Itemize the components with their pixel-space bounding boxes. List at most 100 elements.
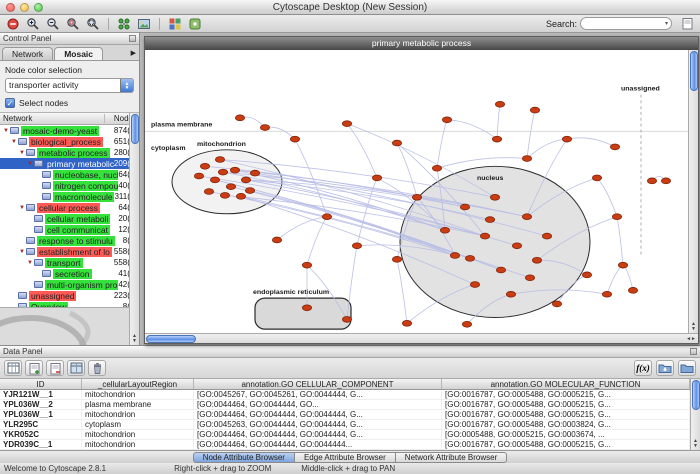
network-edge[interactable] (623, 265, 633, 290)
select-all-attributes-icon[interactable] (67, 360, 85, 376)
network-node[interactable] (230, 167, 239, 173)
zoom-out-icon[interactable] (44, 16, 62, 32)
network-edge[interactable] (527, 110, 535, 158)
network-edge[interactable] (607, 265, 623, 294)
network-node[interactable] (562, 136, 571, 142)
network-node[interactable] (647, 178, 656, 184)
network-window[interactable]: primary metabolic process plasma membran… (144, 36, 699, 344)
network-node[interactable] (302, 262, 311, 268)
plugin-manager-icon[interactable] (186, 16, 204, 32)
network-node[interactable] (525, 275, 534, 281)
network-node[interactable] (402, 320, 411, 326)
network-node[interactable] (322, 214, 331, 220)
tree-expander-icon[interactable]: ▼ (26, 161, 34, 167)
zoom-fit-icon[interactable] (84, 16, 102, 32)
network-node[interactable] (210, 177, 219, 183)
scrollbar-thumb[interactable] (690, 51, 698, 91)
network-edge[interactable] (567, 138, 615, 147)
network-node[interactable] (432, 165, 441, 171)
tab-edge-attribute-browser[interactable]: Edge Attribute Browser (295, 452, 396, 463)
table-row[interactable]: YPL036W__2plasma membrane[GO:0044464, GO… (0, 400, 690, 410)
network-canvas[interactable]: plasma membrane cytoplasm mitochondrion … (145, 50, 688, 333)
tree-item-secretion[interactable]: secretion41(0) (0, 268, 139, 279)
tree-expander-icon[interactable]: ▼ (10, 139, 18, 145)
network-node[interactable] (462, 321, 471, 327)
network-node[interactable] (610, 144, 619, 150)
network-node[interactable] (250, 170, 259, 176)
control-panel-scrollbar[interactable]: ▲▼ (129, 113, 139, 345)
tree-item-nitrogen-compou[interactable]: nitrogen compou40(0) (0, 180, 139, 191)
network-edge[interactable] (617, 217, 623, 265)
network-node[interactable] (241, 177, 250, 183)
network-node[interactable] (542, 233, 551, 239)
network-node[interactable] (530, 107, 539, 113)
network-edge[interactable] (347, 246, 357, 320)
destroy-network-icon[interactable] (4, 16, 22, 32)
network-node[interactable] (450, 253, 459, 259)
delete-attribute-icon[interactable] (46, 360, 64, 376)
network-node[interactable] (342, 317, 351, 323)
network-node[interactable] (200, 163, 209, 169)
network-node[interactable] (372, 175, 381, 181)
tree-expander-icon[interactable]: ▼ (18, 249, 26, 255)
network-node[interactable] (512, 243, 521, 249)
annotation-icon[interactable] (678, 16, 696, 32)
float-panel-icon[interactable] (690, 348, 697, 355)
network-edge[interactable] (397, 259, 407, 323)
tree-item-cellular-process[interactable]: ▼cellular process64(0) (0, 202, 139, 213)
network-node[interactable] (236, 193, 245, 199)
network-edge[interactable] (437, 120, 447, 168)
tree-item-transport[interactable]: ▼transport558(0) (0, 257, 139, 268)
network-node[interactable] (661, 178, 670, 184)
network-node[interactable] (215, 157, 224, 163)
network-node[interactable] (522, 156, 531, 162)
tree-expander-icon[interactable]: ▼ (18, 150, 26, 156)
network-node[interactable] (204, 189, 213, 195)
tree-item-unassigned[interactable]: unassigned223(0) (0, 290, 139, 301)
network-node[interactable] (392, 256, 401, 262)
zoom-selected-region-icon[interactable] (64, 16, 82, 32)
network-node[interactable] (496, 267, 505, 273)
scrollbar-arrows-icon[interactable]: ▲▼ (691, 322, 696, 333)
network-node[interactable] (260, 125, 269, 131)
column-header-molecular-function[interactable]: annotation.GO MOLECULAR_FUNCTION (442, 379, 690, 389)
delete-row-icon[interactable] (88, 360, 106, 376)
show-network-overview-icon[interactable] (115, 16, 133, 32)
table-scrollbar[interactable]: ▲▼ (690, 379, 700, 450)
select-attributes-icon[interactable] (4, 360, 22, 376)
network-node[interactable] (460, 204, 469, 210)
network-node[interactable] (612, 214, 621, 220)
network-vertical-scrollbar[interactable]: ▲▼ (688, 50, 698, 333)
network-node[interactable] (490, 194, 499, 200)
network-node[interactable] (628, 287, 637, 293)
tree-item-biological-process[interactable]: ▼biological_process651(0) (0, 136, 139, 147)
network-birdseye-view[interactable] (0, 307, 129, 345)
tab-network-attribute-browser[interactable]: Network Attribute Browser (396, 452, 507, 463)
tree-item-metabolic-process[interactable]: ▼metabolic process280(0) (0, 147, 139, 158)
tree-item-cell-communicat[interactable]: cell communicat12(0) (0, 224, 139, 235)
network-edge[interactable] (497, 104, 500, 139)
column-header-id[interactable]: ID (0, 379, 82, 389)
tab-network[interactable]: Network (2, 47, 53, 60)
node-color-dropdown[interactable]: transporter activity ▲▼ (5, 78, 134, 93)
network-node[interactable] (440, 227, 449, 233)
table-row[interactable]: YPL036W__1mitochondrion[GO:0044464, GO:0… (0, 410, 690, 420)
open-attribute-file-icon[interactable] (678, 360, 696, 376)
tree-item-establishment-of-lo[interactable]: ▼establishment of lo558(0) (0, 246, 139, 257)
attribute-table-header[interactable]: ID _cellularLayoutRegion annotation.GO C… (0, 379, 690, 390)
zoom-in-icon[interactable] (24, 16, 42, 32)
import-attributes-icon[interactable] (656, 360, 674, 376)
table-row[interactable]: YDR039C__1mitochondrion[GO:0044464, GO:0… (0, 440, 690, 450)
scrollbar-thumb[interactable] (692, 380, 700, 410)
network-node[interactable] (506, 291, 515, 297)
tree-item-nucleobase-nucl[interactable]: nucleobase, nucl64(0) (0, 169, 139, 180)
network-edge[interactable] (277, 217, 327, 240)
network-edge[interactable] (397, 143, 417, 197)
network-node[interactable] (302, 305, 311, 311)
network-node[interactable] (352, 243, 361, 249)
scrollbar-thumb[interactable] (146, 335, 196, 343)
network-node[interactable] (495, 101, 504, 107)
create-attribute-icon[interactable] (25, 360, 43, 376)
network-node[interactable] (592, 175, 601, 181)
tree-item-response-to-stimulu[interactable]: response to stimulu8(0) (0, 235, 139, 246)
